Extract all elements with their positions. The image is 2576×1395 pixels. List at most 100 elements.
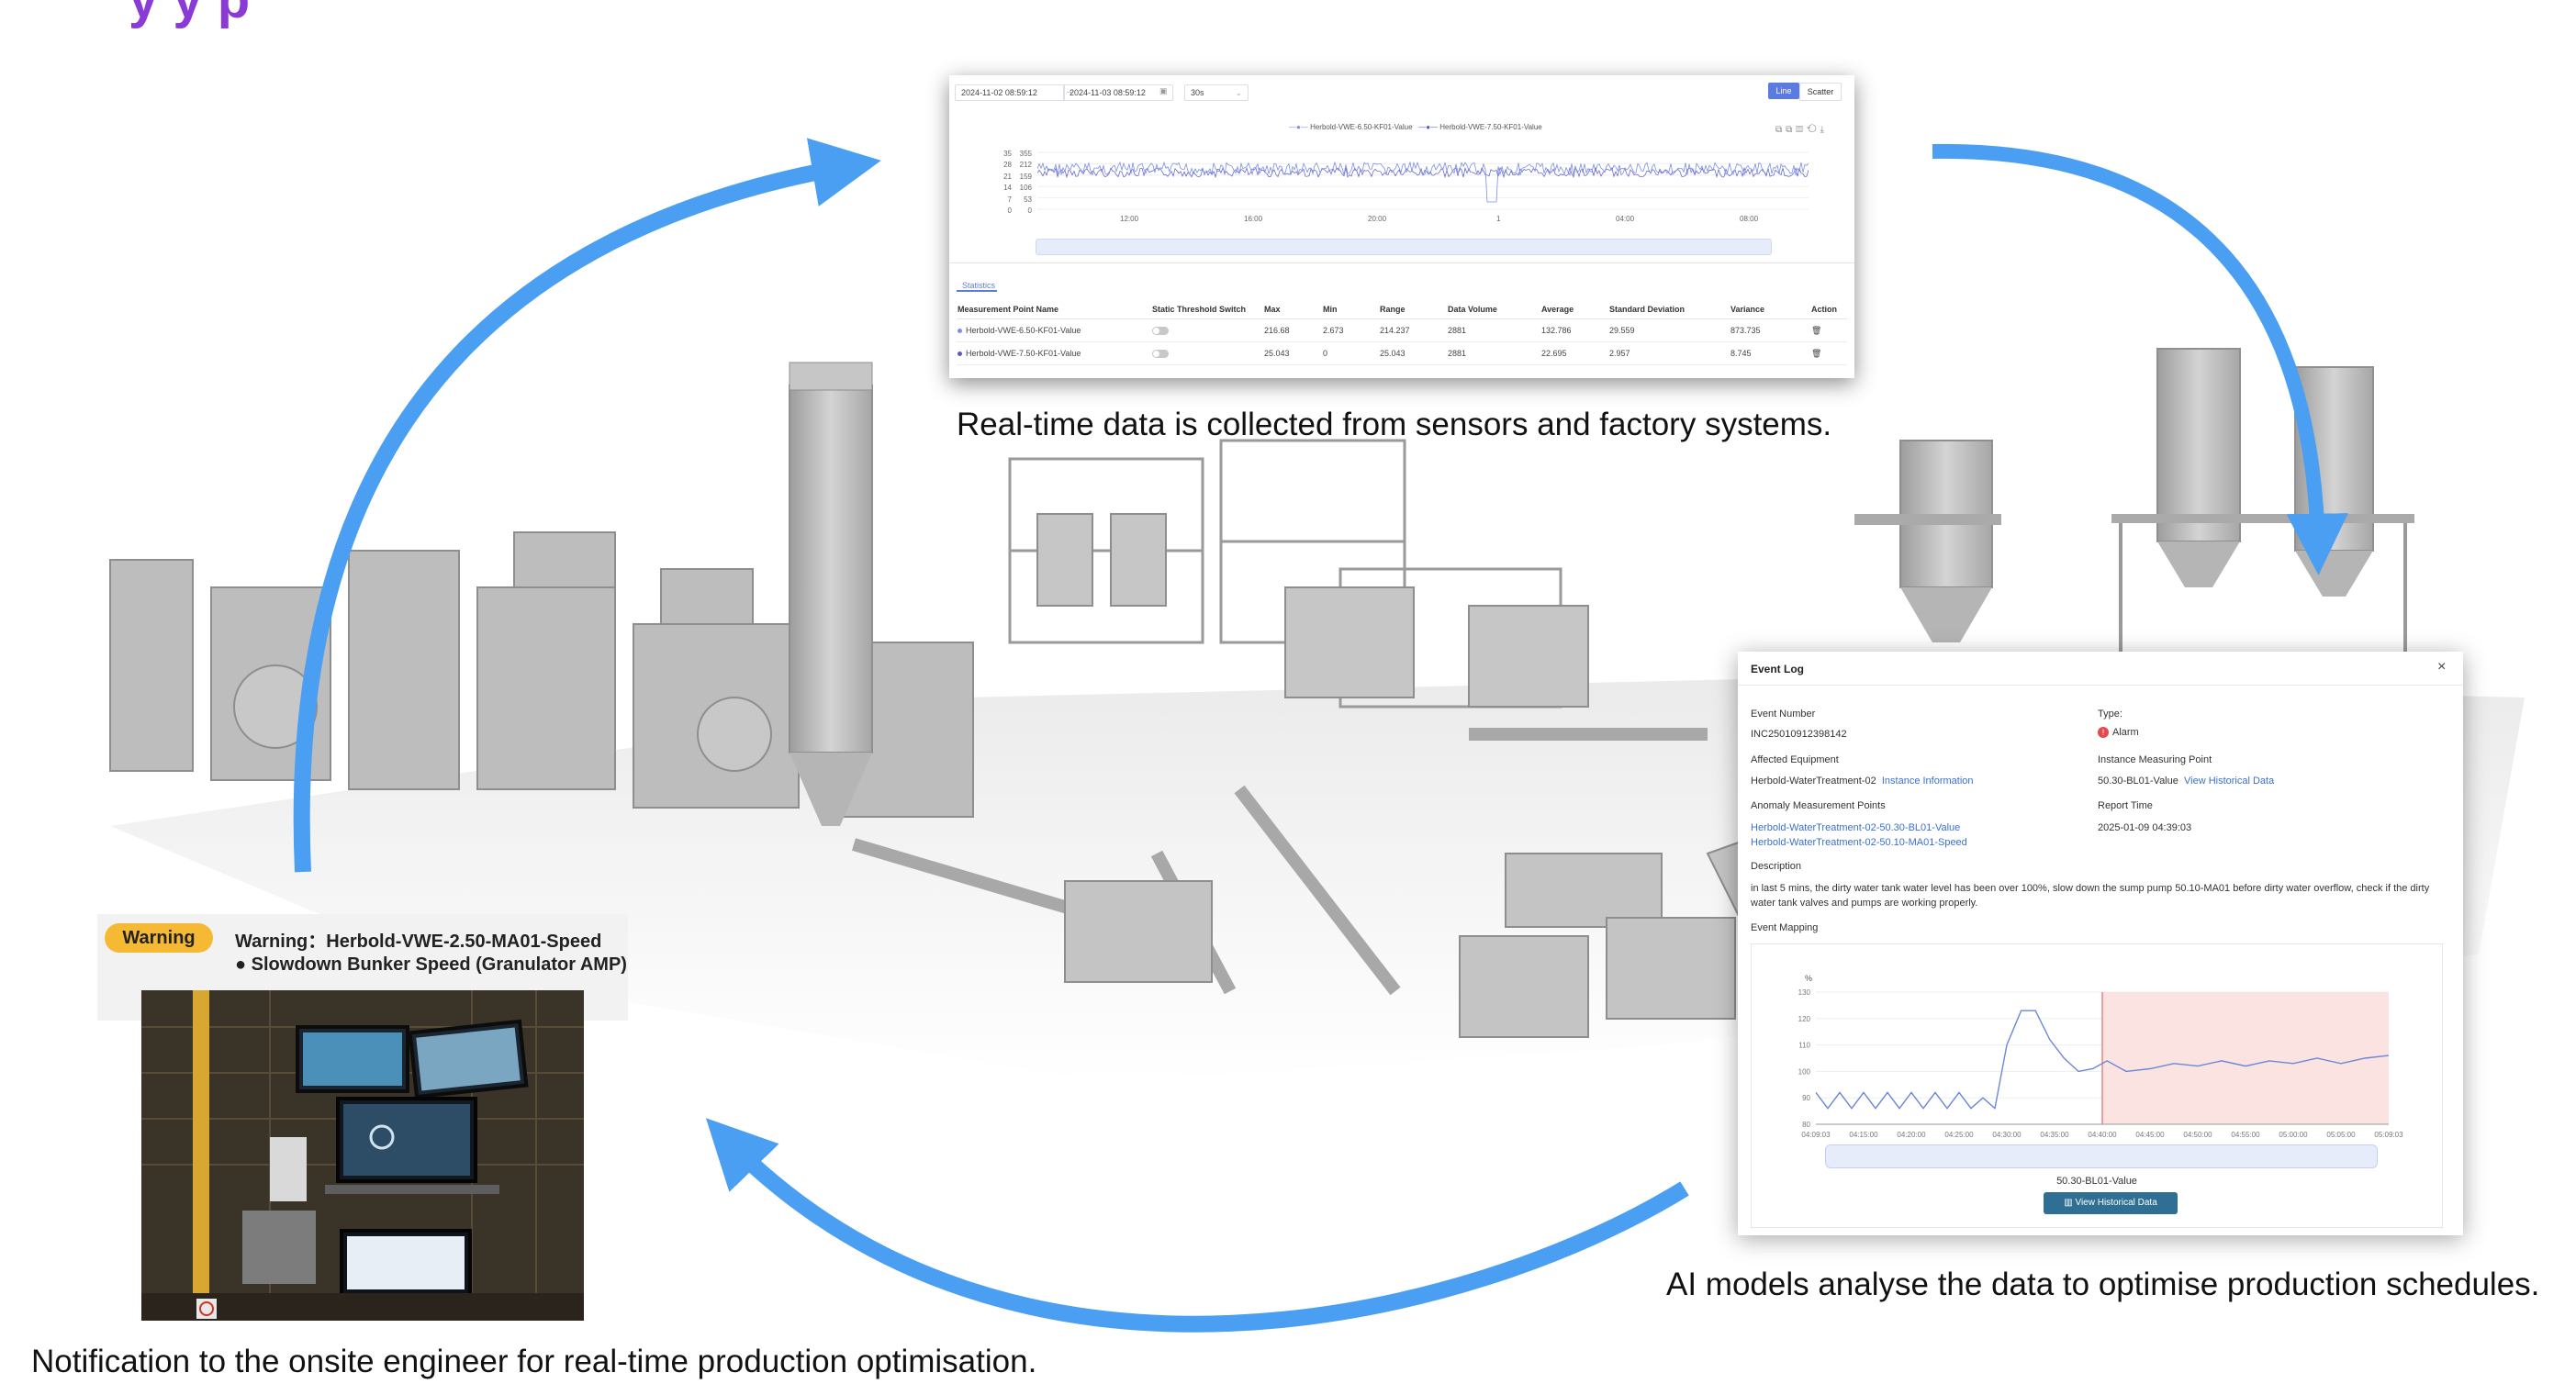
column-header: Variance xyxy=(1730,300,1810,319)
arrow-to-engineer xyxy=(705,1118,1689,1333)
description-text: in last 5 mins, the dirty water tank wat… xyxy=(1751,883,2430,909)
end-date: 2024-11-03 08:59:12 xyxy=(1070,88,1146,97)
calendar-icon[interactable]: ▣ xyxy=(1159,86,1168,96)
affected-value: Herbold-WaterTreatment-02 Instance Infor… xyxy=(1751,776,1974,787)
y-axis-left: 35 28 21 14 7 0 xyxy=(995,149,1012,217)
column-header: Standard Deviation xyxy=(1608,300,1730,319)
imp-label: Instance Measuring Point xyxy=(2098,754,2212,765)
series-label: 50.30-BL01-Value xyxy=(2056,1176,2137,1187)
column-header: Min xyxy=(1322,300,1379,319)
type-value: ! Alarm xyxy=(2098,727,2139,738)
y-tick: 35 xyxy=(1003,150,1012,158)
cell-max: 25.043 xyxy=(1263,341,1322,365)
legend-marker-2: —●— xyxy=(1418,123,1439,131)
y-tick: 14 xyxy=(1003,184,1012,193)
zoom-slider[interactable] xyxy=(1036,239,1772,255)
event-mapping-box: % 80 90 100 110 120 130 04:09:03 04:15:00 04:20:0… xyxy=(1751,943,2443,1228)
event-number: INC25010912398142 xyxy=(1751,729,1847,740)
column-header: Action xyxy=(1810,300,1847,319)
type-label: Type: xyxy=(2098,709,2122,720)
scatter-toggle-button[interactable]: Scatter xyxy=(1799,83,1842,101)
y-tick: 159 xyxy=(1019,172,1032,181)
end-date-field[interactable]: 2024-11-03 08:59:12 xyxy=(1063,84,1173,101)
y-tick: 7 xyxy=(1007,195,1012,204)
series-dot xyxy=(958,329,962,334)
anomaly-point-link[interactable]: Herbold-WaterTreatment-02-50.10-MA01-Spe… xyxy=(1751,837,1967,848)
column-header: Average xyxy=(1540,300,1608,319)
row-name-cell: Herbold-VWE-7.50-KF01-Value xyxy=(957,341,1151,365)
realtime-line-chart xyxy=(1037,151,1809,210)
event-mapping-chart: % 80 90 100 110 120 130 04:09:03 04:15:00 04:20:0… xyxy=(1798,974,2403,1139)
affected-equipment: Herbold-WaterTreatment-02 xyxy=(1751,776,1876,787)
column-header: Static Threshold Switch xyxy=(1151,300,1263,319)
arrow-to-data xyxy=(293,138,881,873)
row-name: Herbold-VWE-7.50-KF01-Value xyxy=(966,349,1081,358)
close-icon[interactable]: × xyxy=(2437,659,2446,675)
event-log-title: Event Log xyxy=(1751,663,1805,675)
y-tick: 355 xyxy=(1019,150,1032,158)
view-historical-data-button[interactable]: ▥ View Historical Data xyxy=(2044,1192,2178,1214)
row-name-cell: Herbold-VWE-6.50-KF01-Value xyxy=(957,318,1151,342)
x-tick-label: 04:09:03 xyxy=(1801,1131,1831,1139)
y-tick-label: 90 xyxy=(1802,1094,1810,1102)
line-toggle-button[interactable]: Line xyxy=(1768,83,1799,99)
delete-icon[interactable]: 🗑 xyxy=(1811,326,1821,335)
series-line-1 xyxy=(1037,161,1809,203)
cell-range: 25.043 xyxy=(1379,341,1447,365)
y-unit-label: % xyxy=(1805,974,1812,983)
threshold-toggle[interactable] xyxy=(1152,350,1169,359)
view-historical-link[interactable]: View Historical Data xyxy=(2184,776,2274,787)
threshold-cell xyxy=(1151,341,1263,365)
report-label: Report Time xyxy=(2098,800,2153,811)
chart-legend: —●— Herbold-VWE-6.50-KF01-Value —●— Herb… xyxy=(1289,123,1542,131)
event-number-label: Event Number xyxy=(1751,709,1816,720)
legend-item-2[interactable]: Herbold-VWE-7.50-KF01-Value xyxy=(1439,123,1541,131)
cell-volume: 2881 xyxy=(1447,341,1540,365)
tab-statistics[interactable]: Statistics xyxy=(962,281,995,290)
threshold-toggle[interactable] xyxy=(1152,327,1169,336)
event-log-panel: Event Log × Event Number INC250109123981… xyxy=(1738,652,2463,1235)
x-tick: 1 xyxy=(1496,215,1501,223)
x-tick-label: 04:45:00 xyxy=(2135,1131,2165,1139)
type-text: Alarm xyxy=(2112,727,2139,738)
chart-toolbox-icons[interactable]: ⧉⧉▤⟲⤓ xyxy=(1775,125,1828,135)
cell-average: 132.786 xyxy=(1540,318,1608,342)
x-tick-label: 05:09:03 xyxy=(2374,1131,2403,1139)
instance-info-link[interactable]: Instance Information xyxy=(1882,776,1974,787)
column-header: Data Volume xyxy=(1447,300,1540,319)
y-tick-label: 100 xyxy=(1798,1067,1811,1076)
x-tick-label: 04:40:00 xyxy=(2088,1131,2117,1139)
start-date-field[interactable]: 2024-11-02 08:59:12 xyxy=(955,84,1065,101)
interval-value: 30s xyxy=(1191,88,1204,97)
row-name: Herbold-VWE-6.50-KF01-Value xyxy=(966,326,1081,335)
interval-select[interactable]: 30s ⌄ xyxy=(1184,84,1249,101)
y-tick: 212 xyxy=(1019,161,1032,170)
y-tick-label: 110 xyxy=(1798,1042,1810,1050)
legend-marker-1: —●— xyxy=(1289,123,1308,131)
table-row: Herbold-VWE-7.50-KF01-Value 25.043 0 25.… xyxy=(957,341,1847,365)
y-tick-label: 120 xyxy=(1798,1015,1811,1023)
legend-item-1[interactable]: Herbold-VWE-6.50-KF01-Value xyxy=(1310,123,1412,131)
cell-variance: 8.745 xyxy=(1730,341,1810,365)
x-tick-label: 05:00:00 xyxy=(2279,1131,2308,1139)
x-tick-label: 04:30:00 xyxy=(1992,1131,2022,1139)
bullet-icon: ● xyxy=(235,954,247,975)
start-date: 2024-11-02 08:59:12 xyxy=(961,88,1037,97)
x-tick-label: 04:20:00 xyxy=(1897,1131,1926,1139)
y-tick: 28 xyxy=(1003,161,1012,170)
y-tick: 0 xyxy=(1027,206,1032,216)
y-tick: 106 xyxy=(1019,184,1032,193)
onsite-control-station-photo xyxy=(141,990,584,1321)
y-axis-right: 355 212 159 106 53 0 xyxy=(1014,149,1032,217)
y-tick: 53 xyxy=(1024,195,1032,204)
warning-title: Warning：Herbold-VWE-2.50-MA01-Speed xyxy=(235,932,602,952)
zoom-slider[interactable] xyxy=(1825,1144,2378,1168)
x-tick-label: 04:15:00 xyxy=(1849,1131,1878,1139)
y-tick-label: 130 xyxy=(1798,988,1811,997)
table-header-row: Measurement Point Name Static Threshold … xyxy=(957,300,1847,319)
anomaly-point-link[interactable]: Herbold-WaterTreatment-02-50.30-BL01-Val… xyxy=(1751,822,1960,833)
cell-min: 2.673 xyxy=(1322,318,1379,342)
anomaly-label: Anomaly Measurement Points xyxy=(1751,800,1886,811)
x-tick: 16:00 xyxy=(1244,215,1263,223)
delete-icon[interactable]: 🗑 xyxy=(1811,349,1821,358)
